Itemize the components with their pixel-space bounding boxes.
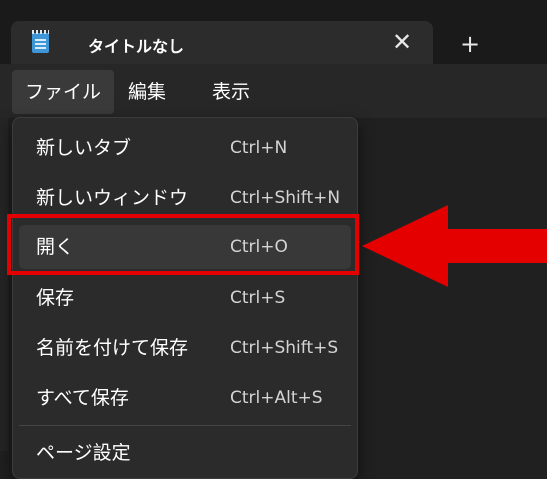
editor-area[interactable] (0, 118, 8, 451)
menu-item-label: 新しいタブ (36, 137, 132, 159)
close-icon[interactable]: ✕ (390, 30, 414, 54)
menu-view[interactable]: 表示 (199, 70, 263, 114)
menu-item-save-all[interactable]: すべて保存 Ctrl+Alt+S (19, 376, 351, 420)
notepad-icon (32, 30, 49, 53)
file-menu-dropdown: 新しいタブ Ctrl+N 新しいウィンドウ Ctrl+Shift+N 開く Ct… (12, 117, 358, 479)
title-bar: タイトルなし ✕ + (0, 0, 547, 73)
menu-item-shortcut: Ctrl+Shift+S (230, 338, 339, 358)
menu-item-label: 名前を付けて保存 (36, 337, 189, 359)
menu-item-shortcut: Ctrl+S (230, 288, 286, 308)
menu-item-label: 保存 (36, 287, 75, 309)
menu-item-save[interactable]: 保存 Ctrl+S (19, 276, 351, 320)
menu-item-label: すべて保存 (36, 387, 129, 409)
menu-file[interactable]: ファイル (12, 70, 115, 114)
annotation-highlight-box (7, 214, 359, 275)
tab-title: タイトルなし (88, 37, 185, 56)
menu-item-shortcut: Ctrl+Alt+S (230, 388, 323, 408)
menu-separator (19, 425, 351, 426)
menu-item-page-setup[interactable]: ページ設定 (19, 431, 351, 475)
menu-item-save-as[interactable]: 名前を付けて保存 Ctrl+Shift+S (19, 326, 351, 370)
menu-edit[interactable]: 編集 (115, 70, 179, 114)
annotation-arrow-icon (362, 205, 547, 287)
menu-bar: ファイル 編集 表示 (0, 64, 547, 118)
menu-item-shortcut: Ctrl+N (230, 138, 288, 158)
new-tab-button[interactable]: + (458, 32, 482, 56)
menu-item-label: ページ設定 (36, 442, 131, 464)
menu-item-new-tab[interactable]: 新しいタブ Ctrl+N (19, 126, 351, 170)
